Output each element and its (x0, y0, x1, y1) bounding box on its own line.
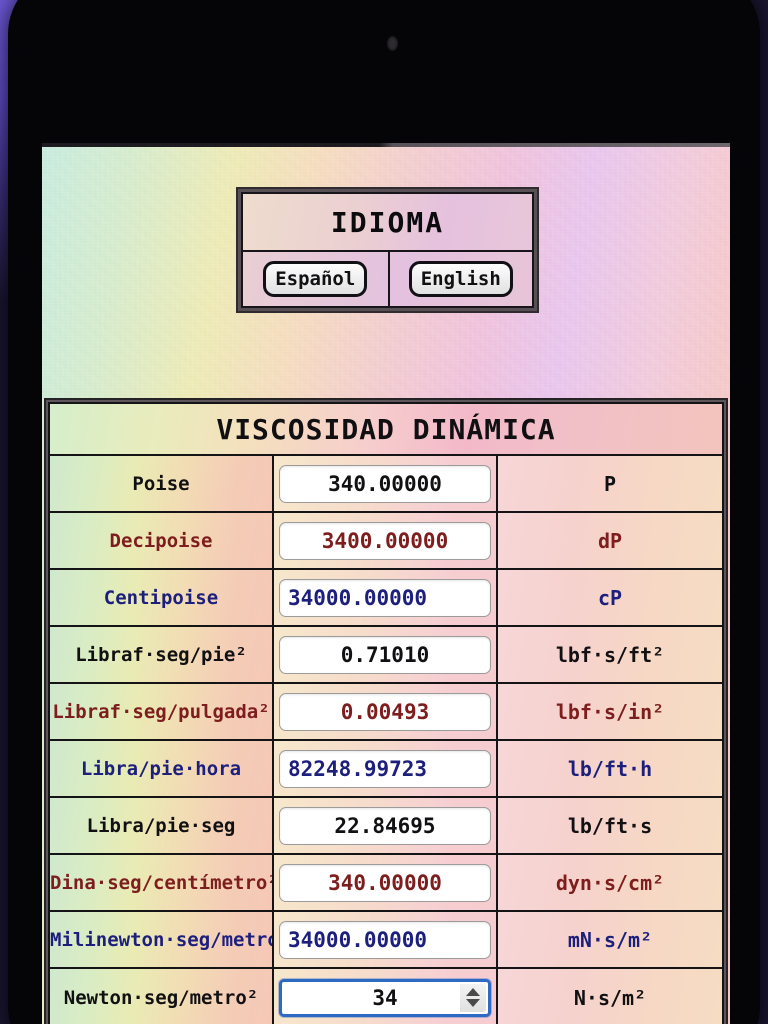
unit-value-cell: 34 (274, 969, 498, 1024)
unit-name-cell: Libraf·seg/pulgada² (50, 684, 274, 741)
unit-name-cell: Centipoise (50, 570, 274, 627)
table-row: Dina·seg/centímetro² 340.00000 dyn·s/cm² (50, 855, 722, 912)
unit-symbol-cell: N·s/m² (498, 969, 722, 1024)
table-row: Poise 340.00000 P (50, 456, 722, 513)
unit-value-cell: 0.71010 (274, 627, 498, 684)
page-title: VISCOSIDAD DINÁMICA (216, 412, 556, 446)
app-screen: IDIOMA Español English VISCOSIDAD DINÁMI… (42, 143, 730, 1024)
unit-value-cell: 0.00493 (274, 684, 498, 741)
table-row: Newton·seg/metro² 34 N·s/m² (50, 969, 722, 1024)
language-panel-inner: IDIOMA Español English (241, 192, 534, 308)
desktop-wallpaper: IDIOMA Español English VISCOSIDAD DINÁMI… (0, 0, 768, 1024)
value-input[interactable]: 3400.00000 (279, 521, 491, 560)
value-input-focused[interactable]: 34 (279, 978, 491, 1017)
unit-value-cell: 34000.00000 (274, 570, 498, 627)
table-row: Libra/pie·hora 82248.99723 lb/ft·h (50, 741, 722, 798)
unit-value-cell: 22.84695 (274, 798, 498, 855)
value-input[interactable]: 22.84695 (279, 806, 491, 845)
value-input-text: 34 (372, 985, 398, 1010)
language-button-spanish[interactable]: Español (263, 261, 368, 297)
table-row: Milinewton·seg/metro² 34000.00000 mN·s/m² (50, 912, 722, 969)
unit-name-cell: Milinewton·seg/metro² (50, 912, 274, 969)
table-row: Libraf·seg/pie² 0.71010 lbf·s/ft² (50, 627, 722, 684)
number-stepper[interactable] (460, 983, 486, 1012)
converter-title-cell: VISCOSIDAD DINÁMICA (50, 404, 722, 456)
language-cell-spanish: Español (243, 252, 388, 306)
unit-name-cell: Libra/pie·seg (50, 798, 274, 855)
unit-value-cell: 82248.99723 (274, 741, 498, 798)
unit-symbol-cell: dP (498, 513, 722, 570)
unit-symbol-cell: P (498, 456, 722, 513)
unit-symbol-cell: cP (498, 570, 722, 627)
converter-table: VISCOSIDAD DINÁMICA Poise 340.00000 P Decip… (48, 402, 724, 1024)
table-row: Libraf·seg/pulgada² 0.00493 lbf·s/in² (50, 684, 722, 741)
unit-name-cell: Libra/pie·hora (50, 741, 274, 798)
camera-dot-icon (387, 36, 398, 51)
unit-value-cell: 34000.00000 (274, 912, 498, 969)
table-row: Centipoise 34000.00000 cP (50, 570, 722, 627)
table-row: Decipoise 3400.00000 dP (50, 513, 722, 570)
screen-top-strip (42, 143, 730, 147)
language-cell-english: English (387, 252, 533, 306)
unit-value-cell: 340.00000 (274, 855, 498, 912)
unit-value-cell: 340.00000 (274, 456, 498, 513)
value-input[interactable]: 82248.99723 (279, 749, 491, 788)
unit-symbol-cell: lbf·s/ft² (498, 627, 722, 684)
value-input[interactable]: 34000.00000 (279, 578, 491, 617)
table-title-row: VISCOSIDAD DINÁMICA (50, 404, 722, 456)
value-input[interactable]: 34000.00000 (279, 920, 491, 959)
unit-symbol-cell: dyn·s/cm² (498, 855, 722, 912)
value-input[interactable]: 0.71010 (279, 635, 491, 674)
unit-name-cell: Poise (50, 456, 274, 513)
value-input[interactable]: 0.00493 (279, 692, 491, 731)
unit-symbol-cell: lbf·s/in² (498, 684, 722, 741)
value-input[interactable]: 340.00000 (279, 464, 491, 503)
unit-symbol-cell: lb/ft·s (498, 798, 722, 855)
language-buttons-row: Español English (243, 252, 532, 306)
value-input[interactable]: 340.00000 (279, 863, 491, 902)
stepper-up-icon[interactable] (466, 988, 480, 996)
stepper-down-icon[interactable] (466, 999, 480, 1007)
unit-name-cell: Decipoise (50, 513, 274, 570)
unit-value-cell: 3400.00000 (274, 513, 498, 570)
unit-name-cell: Newton·seg/metro² (50, 969, 274, 1024)
unit-symbol-cell: mN·s/m² (498, 912, 722, 969)
converter-table-frame: VISCOSIDAD DINÁMICA Poise 340.00000 P Decip… (44, 398, 728, 1024)
language-panel-title: IDIOMA (330, 205, 445, 239)
unit-symbol-cell: lb/ft·h (498, 741, 722, 798)
unit-name-cell: Libraf·seg/pie² (50, 627, 274, 684)
language-panel: IDIOMA Español English (236, 187, 539, 313)
language-button-english[interactable]: English (408, 261, 513, 297)
unit-name-cell: Dina·seg/centímetro² (50, 855, 274, 912)
table-row: Libra/pie·seg 22.84695 lb/ft·s (50, 798, 722, 855)
language-panel-title-cell: IDIOMA (243, 194, 532, 252)
